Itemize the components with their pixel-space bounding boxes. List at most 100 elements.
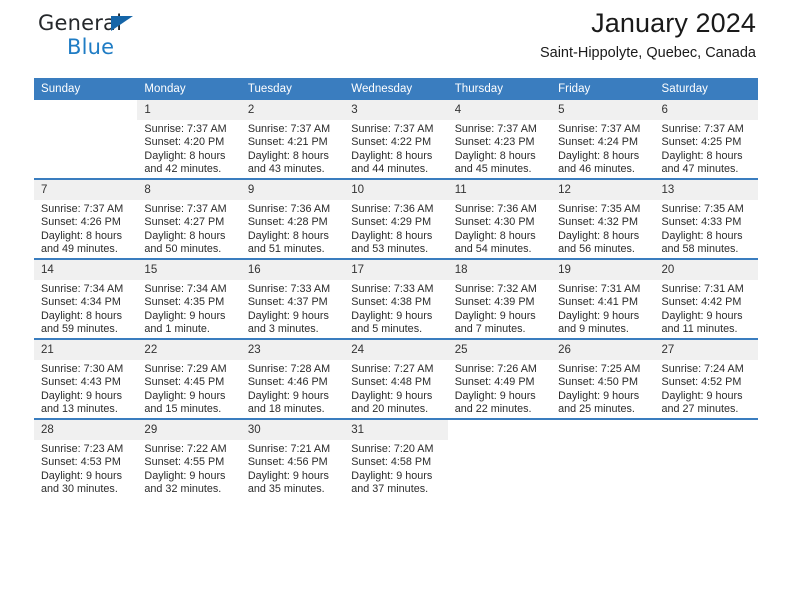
- calendar-day-cell[interactable]: 8 Sunrise: 7:37 AM Sunset: 4:27 PM Daylight…: [137, 178, 241, 259]
- info-line-daylight2: and 1 minute.: [144, 323, 210, 336]
- day-number: 31: [344, 420, 448, 440]
- info-line-sunset: Sunset: 4:34 PM: [41, 296, 121, 309]
- day-sun-info: Sunrise: 7:37 AM Sunset: 4:26 PM Daylight:…: [34, 200, 137, 257]
- info-line-daylight1: Daylight: 9 hours: [41, 389, 123, 402]
- day-sun-info: Sunrise: 7:37 AM Sunset: 4:23 PM Daylight:…: [448, 120, 551, 177]
- calendar-day-cell[interactable]: 7 Sunrise: 7:37 AM Sunset: 4:26 PM Daylight…: [34, 178, 138, 259]
- info-line-sunset: Sunset: 4:52 PM: [661, 376, 742, 389]
- day-number: 7: [34, 180, 138, 200]
- info-line-sunrise: Sunrise: 7:29 AM: [144, 363, 227, 375]
- calendar-day-cell[interactable]: 18 Sunrise: 7:32 AM Sunset: 4:39 PM Dayligh…: [447, 258, 552, 339]
- day-sun-info: Sunrise: 7:37 AM Sunset: 4:25 PM Daylight:…: [655, 120, 758, 177]
- calendar-day-cell[interactable]: 26 Sunrise: 7:25 AM Sunset: 4:50 PM Dayligh…: [551, 338, 655, 419]
- calendar-day-cell[interactable]: 22 Sunrise: 7:29 AM Sunset: 4:45 PM Dayligh…: [137, 338, 241, 419]
- calendar-day-cell[interactable]: 20 Sunrise: 7:31 AM Sunset: 4:42 PM Dayligh…: [654, 258, 758, 339]
- calendar-day-cell[interactable]: 27 Sunrise: 7:24 AM Sunset: 4:52 PM Dayligh…: [654, 338, 758, 419]
- day-sun-info: Sunrise: 7:31 AM Sunset: 4:42 PM Daylight:…: [655, 280, 758, 337]
- calendar-week-row: 28 Sunrise: 7:23 AM Sunset: 4:53 PM Dayligh…: [34, 418, 758, 498]
- day-number: 8: [137, 180, 241, 200]
- info-line-daylight1: Daylight: 9 hours: [144, 389, 226, 402]
- info-line-daylight2: and 59 minutes.: [41, 323, 118, 336]
- calendar-day-cell[interactable]: 28 Sunrise: 7:23 AM Sunset: 4:53 PM Dayligh…: [34, 418, 138, 498]
- calendar-day-cell[interactable]: 3 Sunrise: 7:37 AM Sunset: 4:22 PM Daylight…: [344, 100, 448, 179]
- weekday-header-monday: Monday: [137, 78, 241, 100]
- calendar-day-cell[interactable]: 24 Sunrise: 7:27 AM Sunset: 4:48 PM Dayligh…: [344, 338, 448, 419]
- day-number: 10: [344, 180, 448, 200]
- day-sun-info: Sunrise: 7:37 AM Sunset: 4:20 PM Daylight:…: [137, 120, 240, 177]
- calendar-day-cell[interactable]: 6 Sunrise: 7:37 AM Sunset: 4:25 PM Daylight…: [654, 100, 758, 179]
- calendar-day-cell[interactable]: 17 Sunrise: 7:33 AM Sunset: 4:38 PM Dayligh…: [344, 258, 448, 339]
- info-line-daylight2: and 45 minutes.: [454, 163, 532, 176]
- day-sun-info: Sunrise: 7:34 AM Sunset: 4:35 PM Daylight:…: [137, 280, 240, 337]
- day-number: 20: [654, 260, 758, 280]
- calendar-day-cell[interactable]: 21 Sunrise: 7:30 AM Sunset: 4:43 PM Dayligh…: [34, 338, 138, 419]
- calendar-day-cell[interactable]: 11 Sunrise: 7:36 AM Sunset: 4:30 PM Dayligh…: [447, 178, 552, 259]
- calendar-day-cell[interactable]: 2 Sunrise: 7:37 AM Sunset: 4:21 PM Daylight…: [240, 100, 345, 179]
- info-line-daylight2: and 15 minutes.: [144, 403, 222, 416]
- info-line-sunset: Sunset: 4:41 PM: [558, 296, 638, 309]
- info-line-daylight1: Daylight: 9 hours: [144, 469, 226, 482]
- info-line-sunset: Sunset: 4:28 PM: [247, 216, 328, 229]
- calendar-day-cell[interactable]: 29 Sunrise: 7:22 AM Sunset: 4:55 PM Dayligh…: [137, 418, 241, 498]
- info-line-daylight2: and 43 minutes.: [247, 163, 325, 176]
- info-line-sunset: Sunset: 4:42 PM: [661, 296, 742, 309]
- day-sun-info: Sunrise: 7:36 AM Sunset: 4:30 PM Daylight:…: [448, 200, 551, 257]
- calendar-day-cell[interactable]: 12 Sunrise: 7:35 AM Sunset: 4:32 PM Dayligh…: [551, 178, 655, 259]
- info-line-daylight1: Daylight: 8 hours: [661, 149, 743, 162]
- calendar-day-cell[interactable]: 31 Sunrise: 7:20 AM Sunset: 4:58 PM Dayligh…: [344, 418, 448, 498]
- info-line-sunset: Sunset: 4:26 PM: [41, 216, 121, 229]
- day-sun-info: Sunrise: 7:33 AM Sunset: 4:37 PM Daylight:…: [241, 280, 344, 337]
- info-line-sunrise: Sunrise: 7:36 AM: [454, 203, 537, 215]
- info-line-sunrise: Sunrise: 7:33 AM: [247, 283, 331, 295]
- calendar-day-cell[interactable]: 19 Sunrise: 7:31 AM Sunset: 4:41 PM Dayligh…: [551, 258, 655, 339]
- day-sun-info: Sunrise: 7:22 AM Sunset: 4:55 PM Daylight:…: [137, 440, 240, 497]
- general-blue-logo[interactable]: General Blue: [38, 13, 158, 61]
- info-line-daylight2: and 3 minutes.: [247, 323, 319, 336]
- info-line-daylight1: Daylight: 8 hours: [454, 149, 536, 162]
- day-number: 17: [344, 260, 448, 280]
- calendar-day-cell[interactable]: 25 Sunrise: 7:26 AM Sunset: 4:49 PM Dayligh…: [447, 338, 552, 419]
- info-line-daylight1: Daylight: 9 hours: [558, 389, 640, 402]
- calendar-day-cell[interactable]: 9 Sunrise: 7:36 AM Sunset: 4:28 PM Daylight…: [240, 178, 345, 259]
- info-line-sunrise: Sunrise: 7:37 AM: [41, 203, 124, 215]
- weekday-header-wednesday: Wednesday: [344, 78, 448, 100]
- info-line-daylight1: Daylight: 9 hours: [247, 389, 329, 402]
- calendar-empty-cell: [447, 418, 552, 498]
- info-line-sunrise: Sunrise: 7:31 AM: [661, 283, 744, 295]
- info-line-daylight1: Daylight: 9 hours: [351, 389, 433, 402]
- calendar-day-cell[interactable]: 30 Sunrise: 7:21 AM Sunset: 4:56 PM Dayligh…: [240, 418, 345, 498]
- day-number: 6: [654, 100, 758, 120]
- day-sun-info: Sunrise: 7:20 AM Sunset: 4:58 PM Daylight:…: [344, 440, 447, 497]
- calendar-day-cell[interactable]: 16 Sunrise: 7:33 AM Sunset: 4:37 PM Dayligh…: [240, 258, 345, 339]
- info-line-sunrise: Sunrise: 7:31 AM: [558, 283, 641, 295]
- info-line-daylight1: Daylight: 9 hours: [351, 469, 433, 482]
- calendar-day-cell[interactable]: 4 Sunrise: 7:37 AM Sunset: 4:23 PM Daylight…: [447, 100, 552, 179]
- info-line-daylight2: and 9 minutes.: [558, 323, 629, 336]
- calendar-day-cell[interactable]: 1 Sunrise: 7:37 AM Sunset: 4:20 PM Daylight…: [137, 100, 241, 179]
- calendar-day-cell[interactable]: 10 Sunrise: 7:36 AM Sunset: 4:29 PM Dayligh…: [344, 178, 448, 259]
- logo-text-general: General: [38, 11, 123, 35]
- calendar-page: General Blue January 2024 Saint-Hippolyt…: [0, 0, 792, 612]
- day-sun-info: Sunrise: 7:30 AM Sunset: 4:43 PM Daylight:…: [34, 360, 137, 417]
- day-sun-info: Sunrise: 7:37 AM Sunset: 4:22 PM Daylight:…: [344, 120, 447, 177]
- info-line-sunrise: Sunrise: 7:32 AM: [454, 283, 537, 295]
- info-line-sunrise: Sunrise: 7:25 AM: [558, 363, 641, 375]
- day-number: 2: [240, 100, 345, 120]
- calendar-day-cell[interactable]: 5 Sunrise: 7:37 AM Sunset: 4:24 PM Daylight…: [551, 100, 655, 179]
- calendar-day-cell[interactable]: 14 Sunrise: 7:34 AM Sunset: 4:34 PM Dayligh…: [34, 258, 138, 339]
- info-line-daylight2: and 18 minutes.: [247, 403, 325, 416]
- info-line-daylight2: and 27 minutes.: [661, 403, 739, 416]
- info-line-daylight2: and 37 minutes.: [351, 483, 429, 496]
- info-line-sunset: Sunset: 4:21 PM: [247, 136, 328, 149]
- info-line-sunset: Sunset: 4:20 PM: [144, 136, 225, 149]
- calendar-body: 1 Sunrise: 7:37 AM Sunset: 4:20 PM Daylight…: [34, 100, 758, 498]
- info-line-daylight2: and 22 minutes.: [454, 403, 532, 416]
- info-line-daylight2: and 35 minutes.: [247, 483, 325, 496]
- info-line-sunset: Sunset: 4:22 PM: [351, 136, 432, 149]
- day-sun-info: Sunrise: 7:36 AM Sunset: 4:28 PM Daylight:…: [241, 200, 344, 257]
- calendar-day-cell[interactable]: 13 Sunrise: 7:35 AM Sunset: 4:33 PM Dayligh…: [654, 178, 758, 259]
- weekday-header-sunday: Sunday: [34, 78, 138, 100]
- calendar-day-cell[interactable]: 15 Sunrise: 7:34 AM Sunset: 4:35 PM Dayligh…: [137, 258, 241, 339]
- calendar-week-row: 1 Sunrise: 7:37 AM Sunset: 4:20 PM Daylight…: [34, 100, 758, 179]
- calendar-day-cell[interactable]: 23 Sunrise: 7:28 AM Sunset: 4:46 PM Dayligh…: [240, 338, 345, 419]
